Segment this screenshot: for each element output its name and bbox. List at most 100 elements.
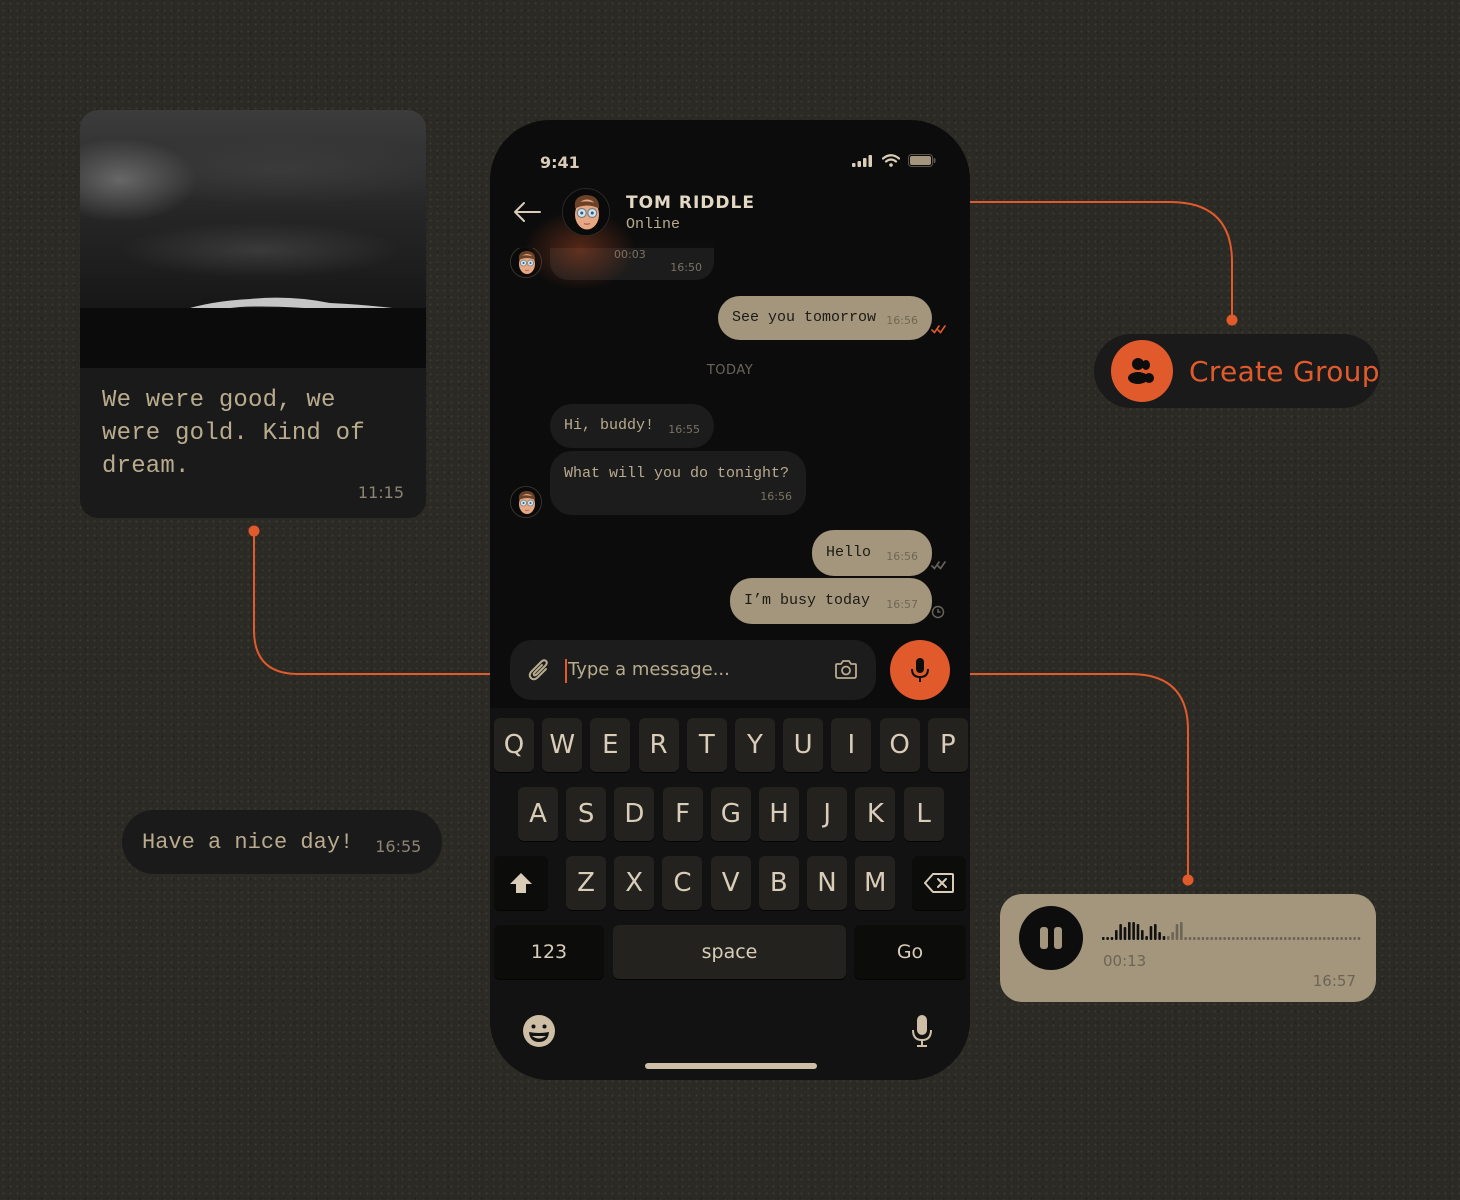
message-text: Hello xyxy=(826,544,872,561)
key-r[interactable]: R xyxy=(638,718,679,772)
arrow-left-icon[interactable] xyxy=(512,200,542,224)
waveform-bar xyxy=(1340,937,1343,940)
key-i[interactable]: I xyxy=(831,718,872,772)
waveform-bar xyxy=(1167,936,1170,940)
waveform-bar xyxy=(1353,937,1356,940)
waveform-bar xyxy=(1331,937,1335,940)
waveform-bar xyxy=(1102,937,1105,940)
message-bubble-incoming[interactable]: Hi, buddy! 16:55 xyxy=(550,404,714,448)
wifi-icon xyxy=(882,154,900,167)
waveform-bar xyxy=(1158,932,1161,940)
key-t[interactable]: T xyxy=(686,718,727,772)
contact-name[interactable]: TOM RIDDLE xyxy=(626,193,755,213)
key-b[interactable]: B xyxy=(758,856,799,910)
connector-image-card-to-input xyxy=(253,531,510,675)
waveform-bar xyxy=(1141,930,1144,940)
create-group-label: Create Group xyxy=(1189,354,1380,388)
key-q[interactable]: Q xyxy=(494,718,534,772)
waveform-bar xyxy=(1357,937,1361,940)
microphone-icon xyxy=(911,658,929,682)
key-n[interactable]: N xyxy=(807,856,847,910)
waveform-bar xyxy=(1288,937,1291,940)
ocean-photo[interactable] xyxy=(80,110,426,368)
date-divider: TODAY xyxy=(706,363,754,378)
key-f[interactable]: F xyxy=(662,787,703,841)
key-e[interactable]: E xyxy=(590,718,631,772)
waveform-bar xyxy=(1245,937,1248,940)
waveform-bar xyxy=(1201,937,1205,940)
waveform-scrubber[interactable] xyxy=(1102,918,1362,944)
connector-dot xyxy=(248,525,260,537)
message-text: What will you do tonight? xyxy=(564,465,790,482)
key-x[interactable]: X xyxy=(614,856,655,910)
message-time: 16:56 xyxy=(760,490,792,503)
dictation-microphone-icon[interactable] xyxy=(910,1014,934,1048)
waveform-bar xyxy=(1180,922,1183,940)
camera-icon[interactable] xyxy=(834,658,858,680)
message-bubble-incoming[interactable]: What will you do tonight? 16:56 xyxy=(550,451,806,515)
connector-dot xyxy=(1226,314,1238,326)
pause-icon xyxy=(1040,927,1062,949)
key-d[interactable]: D xyxy=(614,787,655,841)
pause-button[interactable] xyxy=(1019,906,1083,970)
key-m[interactable]: M xyxy=(855,856,896,910)
waveform-bar xyxy=(1232,937,1235,940)
key-w[interactable]: W xyxy=(542,718,583,772)
waveform-bar xyxy=(1236,937,1239,940)
shift-key[interactable] xyxy=(494,856,548,910)
emoji-icon[interactable] xyxy=(522,1014,556,1048)
waveform-bar xyxy=(1162,936,1166,940)
waveform-bar xyxy=(1349,937,1352,940)
text-caret xyxy=(565,659,567,683)
message-bubble-outgoing[interactable]: I’m busy today 16:57 xyxy=(730,578,932,624)
key-a[interactable]: A xyxy=(518,787,558,841)
key-k[interactable]: K xyxy=(855,787,896,841)
waveform-bar xyxy=(1240,937,1244,940)
waveform-bar xyxy=(1145,936,1148,940)
message-bubble-outgoing[interactable]: See you tomorrow 16:56 xyxy=(718,296,932,340)
status-bar-time: 9:41 xyxy=(540,153,580,172)
waveform-bar xyxy=(1275,937,1278,940)
key-j[interactable]: J xyxy=(807,787,848,841)
message-time: 11:15 xyxy=(357,483,404,502)
key-l[interactable]: L xyxy=(903,787,944,841)
contact-avatar[interactable] xyxy=(562,188,610,236)
key-v[interactable]: V xyxy=(710,856,751,910)
key-c[interactable]: C xyxy=(662,856,703,910)
space-key[interactable]: space xyxy=(613,925,846,979)
paperclip-icon[interactable] xyxy=(528,658,550,682)
waveform-bar xyxy=(1344,937,1348,940)
battery-icon xyxy=(908,154,936,167)
message-bubble-nice-day[interactable]: Have a nice day! 16:55 xyxy=(122,810,442,874)
waveform-bar xyxy=(1197,937,1200,940)
message-bubble-outgoing[interactable]: Hello 16:56 xyxy=(812,530,932,576)
record-voice-button[interactable] xyxy=(890,640,950,700)
waveform-bar xyxy=(1193,937,1196,940)
contact-status: Online xyxy=(626,216,681,233)
home-indicator[interactable] xyxy=(645,1063,817,1069)
waveform-bar xyxy=(1214,937,1218,940)
waveform-bar xyxy=(1210,937,1213,940)
connector-dot xyxy=(1182,874,1194,886)
double-check-read-icon xyxy=(931,325,946,334)
key-s[interactable]: S xyxy=(566,787,607,841)
voice-duration: 00:13 xyxy=(1103,952,1147,970)
waveform-bar xyxy=(1184,937,1187,940)
waveform-bar xyxy=(1305,937,1309,940)
backspace-key[interactable] xyxy=(912,856,966,910)
image-message-card[interactable]: We were good, we were gold. Kind of drea… xyxy=(80,110,426,518)
create-group-button[interactable]: Create Group xyxy=(1094,334,1380,408)
key-p[interactable]: P xyxy=(927,718,968,772)
key-u[interactable]: U xyxy=(783,718,824,772)
key-g[interactable]: G xyxy=(710,787,751,841)
key-y[interactable]: Y xyxy=(735,718,775,772)
go-key[interactable]: Go xyxy=(854,925,966,979)
key-z[interactable]: Z xyxy=(566,856,606,910)
waveform-bar xyxy=(1149,926,1153,940)
message-input[interactable]: Type a message... xyxy=(510,640,876,700)
status-bar-icons xyxy=(852,154,936,167)
key-o[interactable]: O xyxy=(879,718,920,772)
numbers-key[interactable]: 123 xyxy=(494,925,604,979)
message-time: 16:56 xyxy=(886,550,918,563)
key-h[interactable]: H xyxy=(759,787,799,841)
